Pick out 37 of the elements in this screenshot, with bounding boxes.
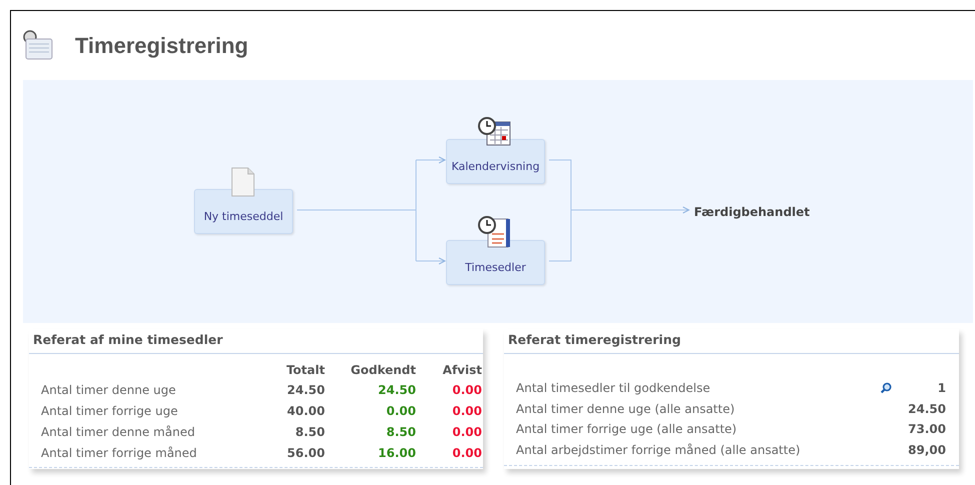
column-header: Totalt [285, 362, 325, 379]
table-cell-text: 0.00 [451, 445, 482, 462]
table-cell-text: 16.00 [377, 445, 416, 462]
table-cell-text: 89,00 [907, 442, 946, 458]
row-label: Antal timesedler til godkendelse [516, 380, 712, 397]
panel-title: Referat timeregistrering [504, 329, 959, 354]
document-icon [231, 167, 255, 197]
table-cell-text: 0.00 [451, 403, 482, 420]
search-icon[interactable] [880, 382, 892, 394]
flow-node[interactable]: Timesedler [446, 240, 545, 285]
end-label: Færdigbehandlet [694, 204, 810, 221]
table-cell-text: 1 [936, 380, 946, 397]
table-cell-text: 40.00 [286, 403, 325, 420]
table-cell-text: 24.50 [907, 400, 946, 418]
column-header: Afvist [442, 362, 482, 379]
flow-node[interactable]: Ny timeseddel [194, 189, 293, 234]
row-label: Antal timer denne måned [41, 424, 196, 442]
row-label: Antal timer forrige måned [41, 445, 198, 462]
row-label: Antal timer forrige uge (alle ansatte) [516, 421, 738, 438]
calendar-clock-icon [478, 117, 512, 147]
table-cell-text: 24.50 [286, 382, 325, 400]
table-cell-text: 24.50 [377, 382, 416, 400]
column-header: Godkendt [350, 362, 416, 379]
row-label: Antal timer denne uge [41, 382, 177, 400]
table-cell-text: 0.00 [451, 424, 482, 442]
panel-title: Referat af mine timesedler [29, 329, 483, 354]
table-cell-text: 56.00 [286, 445, 325, 462]
row-label: Antal timer forrige uge [41, 403, 179, 420]
table-cell-text: 0.00 [385, 403, 416, 420]
row-label: Antal arbejdstimer forrige måned (alle ansatte) [516, 442, 802, 458]
flow-node[interactable]: Kalendervisning [446, 139, 545, 184]
table-cell-text: 8.50 [294, 424, 325, 442]
table-cell-text: 0.00 [451, 382, 482, 400]
table-cell-text: 8.50 [385, 424, 416, 442]
table-cell-text: 73.00 [907, 421, 946, 438]
row-label: Antal timer denne uge (alle ansatte) [516, 400, 736, 418]
page-title: Timeregistrering [75, 32, 248, 60]
